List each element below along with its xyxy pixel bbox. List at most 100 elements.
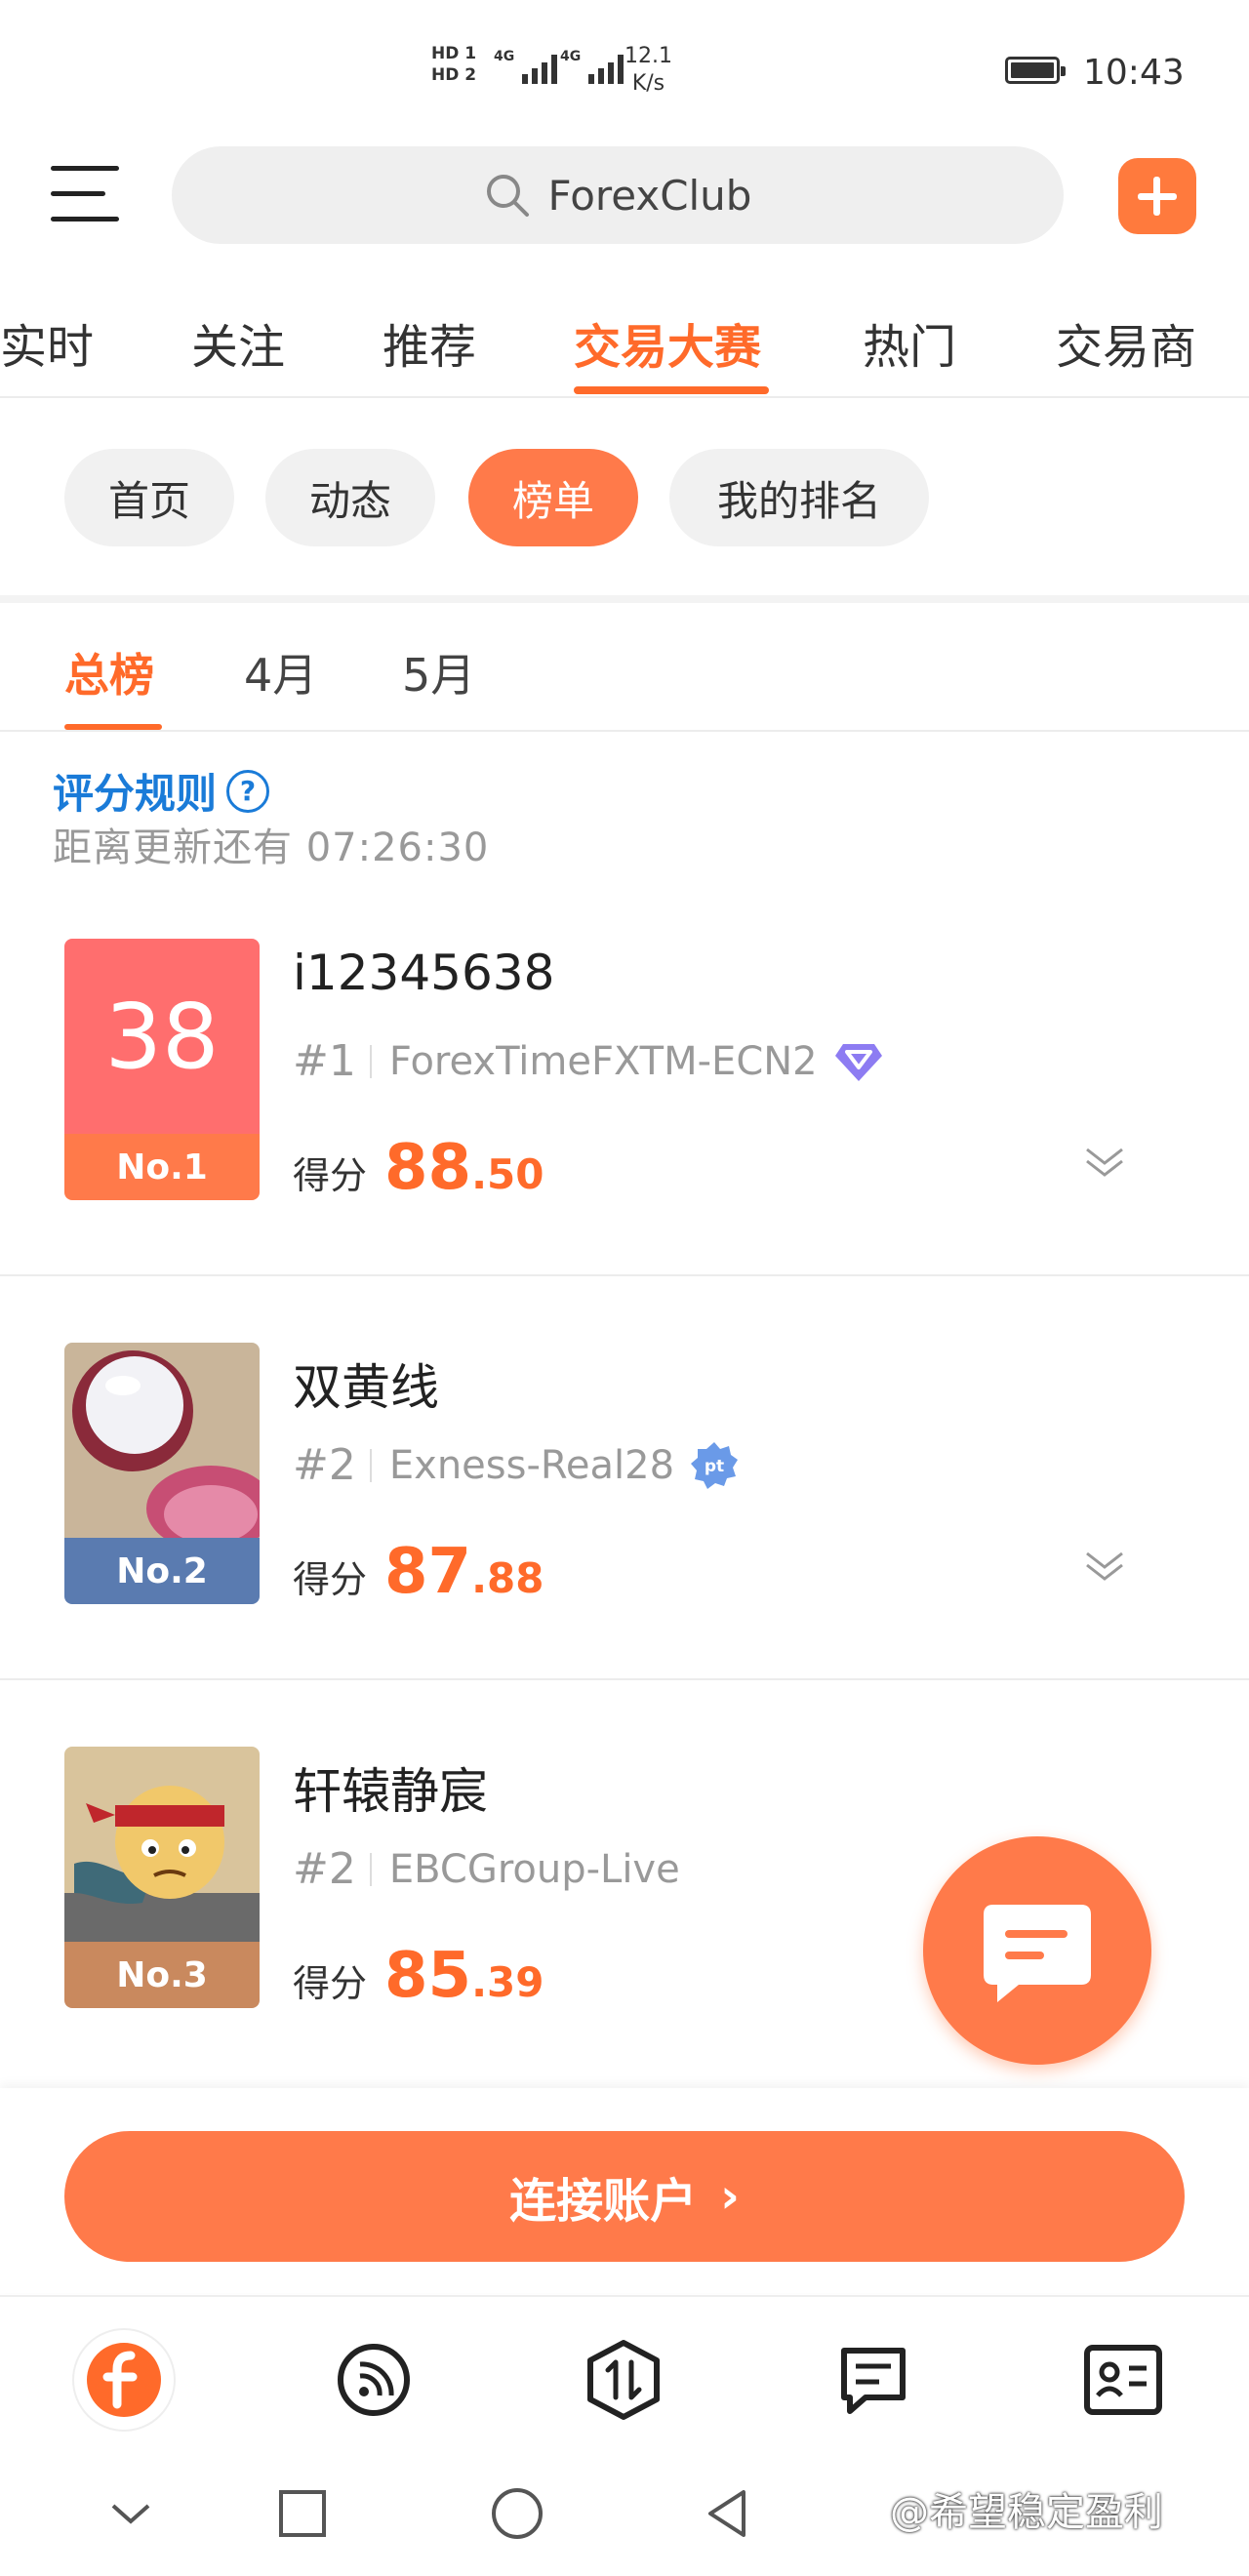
feed-icon	[338, 2344, 410, 2416]
network-speed: 12.1 K/s	[624, 43, 672, 98]
score-label: 得分	[293, 1962, 368, 2005]
tab-recommend[interactable]: 推荐	[383, 308, 476, 377]
score-label: 得分	[293, 1558, 368, 1601]
tab-follow[interactable]: 关注	[191, 308, 285, 377]
hide-nav-chevron-icon[interactable]	[101, 2484, 160, 2543]
expand-chevron-icon[interactable]	[1081, 1548, 1128, 1587]
subtab-may[interactable]: 5月	[402, 640, 475, 704]
sim-indicator: HD 1 HD 2	[431, 43, 476, 86]
search-text: ForexClub	[547, 171, 752, 220]
ranking-card[interactable]: 38 No.1 i12345638 #1 ForexTimeFXTM-ECN2 …	[0, 939, 1249, 1341]
broker-name: EBCGroup-Live	[388, 1846, 680, 1892]
trader-name: 轩辕静宸	[293, 1763, 488, 1820]
score: 得分 88 .50	[293, 1132, 544, 1204]
menu-button[interactable]	[51, 162, 119, 224]
divider	[0, 730, 1249, 732]
help-icon: ?	[226, 769, 270, 813]
app-screen: HD 1 HD 2 4G 4G 12.1 K/s 10:43 ForexClub	[0, 0, 1249, 2576]
avatar-photo	[64, 1343, 260, 1538]
clock: 10:43	[1083, 53, 1185, 93]
connect-account-label: 连接账户	[509, 2174, 698, 2229]
add-button[interactable]	[1118, 158, 1196, 234]
sim1-label: HD 1	[431, 44, 477, 63]
section-divider	[0, 595, 1249, 603]
nav-feed[interactable]	[320, 2326, 427, 2434]
menu-icon	[51, 166, 119, 171]
chip-feed[interactable]: 动态	[265, 449, 435, 546]
forexclub-home-icon	[72, 2328, 176, 2432]
badge-text: pt	[705, 1457, 724, 1476]
watermark-text: @希望稳定盈利	[890, 2490, 1163, 2535]
rank-line: #2 Exness-Real28 pt	[293, 1440, 739, 1490]
chat-icon	[984, 1905, 1091, 2002]
score: 得分 85 .39	[293, 1940, 544, 2012]
broker-name: ForexTimeFXTM-ECN2	[388, 1038, 818, 1084]
rank-line: #1 ForexTimeFXTM-ECN2	[293, 1036, 884, 1086]
subtab-overall[interactable]: 总榜	[64, 640, 154, 704]
home-circle-icon[interactable]	[488, 2484, 546, 2543]
divider	[0, 396, 1249, 398]
divider	[0, 1274, 1249, 1276]
ranking-card[interactable]: No.2 双黄线 #2 Exness-Real28 pt 得分 87 .88	[0, 1343, 1249, 1745]
chip-home[interactable]: 首页	[64, 449, 234, 546]
avatar: No.2	[64, 1343, 260, 1604]
expand-chevron-icon[interactable]	[1081, 1144, 1128, 1183]
profile-card-icon	[1084, 2345, 1162, 2415]
network-type-label: 4G	[494, 49, 515, 64]
score-label: 得分	[293, 1154, 368, 1197]
rank-number: #1	[293, 1036, 356, 1086]
update-countdown: 距离更新还有 07:26:30	[53, 825, 490, 870]
score-integer: 87	[384, 1536, 472, 1608]
signal-icon-2: 4G	[560, 49, 624, 84]
search-icon	[486, 175, 529, 217]
pt-badge-icon: pt	[691, 1441, 739, 1489]
rank-number: #2	[293, 1440, 356, 1490]
avatar: 38 No.1	[64, 939, 260, 1200]
chip-leaderboard[interactable]: 榜单	[468, 449, 638, 546]
back-triangle-icon[interactable]	[699, 2484, 757, 2543]
network-type-label-2: 4G	[560, 49, 582, 64]
messages-icon	[841, 2348, 906, 2414]
avatar-text: 38	[104, 984, 220, 1089]
sim2-label: HD 2	[431, 65, 477, 85]
chat-fab-button[interactable]	[923, 1836, 1151, 2065]
divider	[0, 1678, 1249, 1680]
broker-name: Exness-Real28	[388, 1442, 675, 1488]
search-bar[interactable]: ForexClub	[172, 146, 1064, 244]
tab-hot[interactable]: 热门	[863, 308, 956, 377]
tab-realtime[interactable]: 实时	[0, 308, 94, 377]
top-tab-bar: 实时 关注 推荐 交易大赛 热门 交易商	[0, 293, 1249, 400]
scoring-rules-link[interactable]: 评分规则 ?	[53, 761, 270, 821]
scoring-rules-label: 评分规则	[53, 770, 218, 818]
tab-brokers[interactable]: 交易商	[1056, 308, 1196, 377]
chip-my-rank[interactable]: 我的排名	[669, 449, 929, 546]
score-integer: 88	[384, 1132, 472, 1204]
nav-home[interactable]	[70, 2326, 178, 2434]
speed-unit: K/s	[631, 71, 665, 96]
battery-icon	[1005, 57, 1066, 84]
connect-account-button[interactable]: 连接账户 ›	[64, 2131, 1185, 2262]
active-tab-indicator	[574, 386, 769, 394]
score-integer: 85	[384, 1940, 472, 2012]
status-bar: HD 1 HD 2 4G 4G 12.1 K/s 10:43	[0, 0, 1249, 137]
connect-account-bar: 连接账户 ›	[0, 2088, 1249, 2293]
bottom-nav	[0, 2295, 1249, 2451]
recent-apps-icon[interactable]	[273, 2484, 332, 2543]
score-decimal: .88	[471, 1554, 544, 1602]
rank-number: #2	[293, 1844, 356, 1894]
nav-profile[interactable]	[1069, 2326, 1177, 2434]
trader-name: i12345638	[293, 945, 555, 1001]
avatar-cartoon	[64, 1747, 260, 1942]
rank-label: No.2	[64, 1538, 260, 1604]
system-nav-bar: @希望稳定盈利	[0, 2451, 1249, 2576]
chevron-right-icon: ›	[720, 2169, 740, 2224]
speed-value: 12.1	[624, 44, 672, 68]
score: 得分 87 .88	[293, 1536, 544, 1608]
rank-label: No.1	[64, 1134, 260, 1200]
nav-trade[interactable]	[570, 2326, 677, 2434]
subtab-april[interactable]: 4月	[244, 640, 317, 704]
rank-line: #2 EBCGroup-Live	[293, 1844, 680, 1894]
nav-messages[interactable]	[820, 2326, 927, 2434]
tab-trading-contest[interactable]: 交易大赛	[574, 308, 761, 377]
avatar: No.3	[64, 1747, 260, 2008]
